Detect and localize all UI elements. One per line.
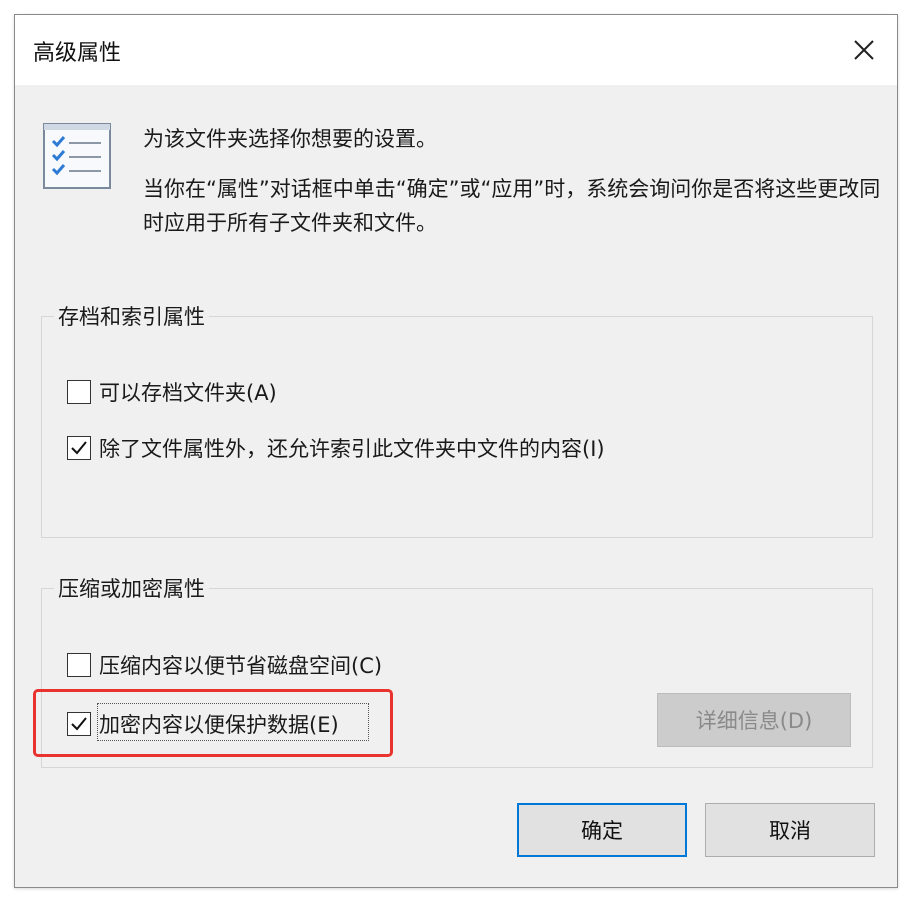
dialog-title: 高级属性 [33,41,122,66]
archive-index-group: 存档和索引属性 [41,301,873,538]
checkmark-icon [71,441,87,455]
compress-checkbox[interactable] [67,653,91,677]
archive-folder-label: 可以存档文件夹(A) [99,381,277,405]
details-button[interactable]: 详细信息(D) [657,693,851,747]
index-contents-label: 除了文件属性外，还允许索引此文件夹中文件的内容(I) [99,437,605,461]
info-text-secondary: 当你在“属性”对话框中单击“确定”或“应用”时，系统会询问你是否将这些更改同时应… [143,177,881,235]
index-contents-option[interactable]: 除了文件属性外，还允许索引此文件夹中文件的内容(I) [67,433,605,463]
archive-index-group-label: 存档和索引属性 [54,301,209,331]
checklist-icon [43,123,111,193]
advanced-attributes-dialog: 高级属性 为该文件夹选择你想要的设置。 当你在“属性”对话框中单击“确定”或“应… [14,14,898,888]
archive-folder-option[interactable]: 可以存档文件夹(A) [67,377,277,407]
info-text-primary: 为该文件夹选择你想要的设置。 [143,127,437,151]
compress-encrypt-group-label: 压缩或加密属性 [54,573,209,603]
title-bar: 高级属性 [15,15,897,85]
index-contents-checkbox[interactable] [67,436,91,460]
annotation-highlight-box [33,689,393,757]
close-button[interactable] [839,25,889,75]
compress-label: 压缩内容以便节省磁盘空间(C) [99,654,383,678]
close-icon [854,40,874,60]
compress-option[interactable]: 压缩内容以便节省磁盘空间(C) [67,650,382,680]
archive-folder-checkbox[interactable] [67,380,91,404]
cancel-button[interactable]: 取消 [705,803,875,857]
ok-button[interactable]: 确定 [517,803,687,857]
